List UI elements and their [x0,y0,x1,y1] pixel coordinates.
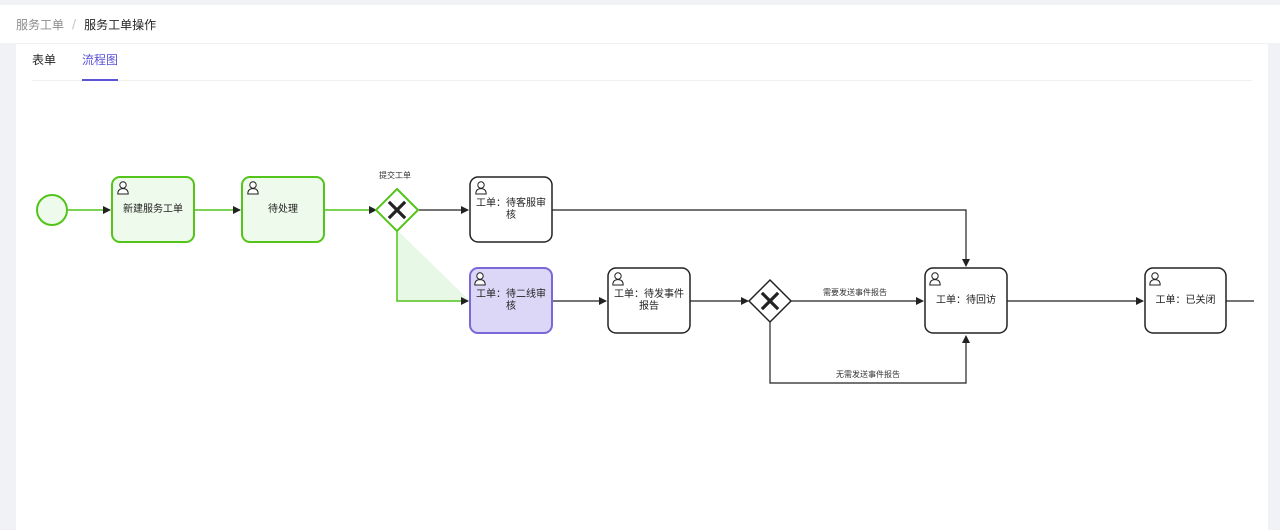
task-label: 待处理 [268,203,298,215]
task-closed[interactable]: 工单：已关闭 [1144,267,1227,334]
exclusive-gateway-submit[interactable] [374,187,420,233]
edge-cs-review-to-revisit [552,209,970,267]
task-revisit[interactable]: 工单：待回访 [924,267,1008,334]
task-label: 工单：待二线审核 [476,288,546,312]
task-label: 工单：已关闭 [1155,294,1216,306]
start-event[interactable] [36,194,68,226]
edge-label-submit: 提交工单 [379,170,411,180]
task-create-ticket[interactable]: 新建服务工单 [111,176,195,243]
task-label: 工单：待发事件报告 [614,288,684,312]
task-label: 工单：待客服审核 [476,197,546,221]
edge-label-no-report: 无需发送事件报告 [836,369,900,379]
task-pending[interactable]: 待处理 [241,176,325,243]
task-cs-review[interactable]: 工单：待客服审核 [469,176,553,243]
bpmn-diagram: 提交工单 需要发送事件报告 无需发送事件报告 新建服务工单 待处理 工单：待客服… [36,170,1254,384]
exclusive-gateway-report-decision[interactable] [747,278,793,324]
edge-label-need-report: 需要发送事件报告 [823,287,887,297]
task-event-report[interactable]: 工单：待发事件报告 [607,267,691,334]
task-label: 工单：待回访 [936,294,996,306]
task-label: 新建服务工单 [123,203,183,215]
active-path-highlight [397,230,470,301]
task-second-line-review[interactable]: 工单：待二线审核 [469,267,553,334]
